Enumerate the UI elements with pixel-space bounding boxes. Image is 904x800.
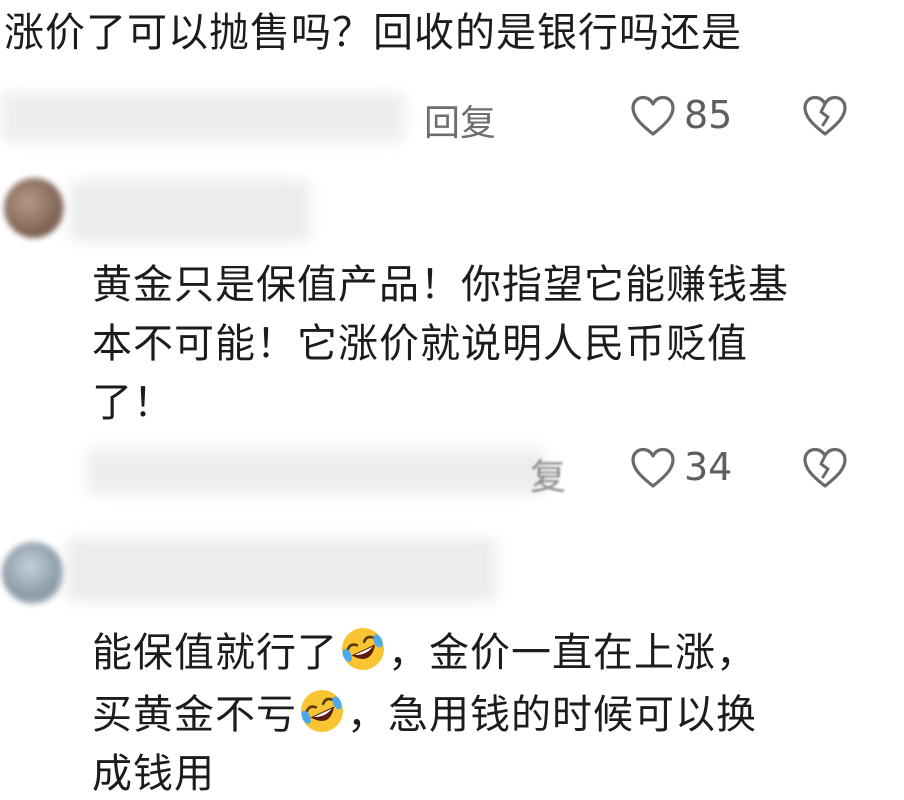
comment-1-reply-button[interactable]: 回复	[424, 94, 496, 146]
comment-2-like-count: 34	[684, 445, 733, 489]
heart-outline-icon	[630, 95, 676, 137]
broken-heart-icon	[802, 447, 848, 489]
comment-2-reply-button[interactable]: 复	[530, 448, 566, 500]
comment-2-redacted-meta	[86, 448, 546, 494]
comment-1-text-line-1: 涨价了可以抛售吗？回收的是银行吗还是	[4, 10, 742, 56]
comment-1-redacted-meta	[0, 92, 405, 142]
comment-2-text-line-1: 黄金只是保值产品！你指望它能赚钱基	[92, 262, 789, 308]
rofl-emoji-icon	[299, 688, 345, 734]
heart-outline-icon	[630, 447, 676, 489]
comment-2-text-line-3: 了！	[92, 380, 174, 426]
comment-3-segment-2a: 买黄金不亏	[92, 692, 297, 738]
comment-2-dislike-button[interactable]	[802, 447, 848, 489]
avatar	[4, 178, 64, 238]
comment-3-segment-2b: ，急用钱的时候可以换	[347, 692, 757, 738]
comment-2-like-button[interactable]	[630, 447, 676, 489]
comment-1-like-button[interactable]	[630, 95, 676, 137]
comment-3-text-line-2: 买黄金不亏 ，急用钱的时候可以换	[92, 686, 757, 745]
comment-3-segment-1a: 能保值就行了	[92, 630, 338, 676]
comment-3-redacted-username	[66, 538, 496, 602]
comment-2-text-line-2: 本不可能！它涨价就说明人民币贬值	[92, 321, 748, 367]
comment-3-text-line-1: 能保值就行了 ，金价一直在上涨，	[92, 624, 757, 683]
rofl-emoji-icon	[340, 626, 386, 672]
broken-heart-icon	[802, 95, 848, 137]
comment-3-text-line-3: 成钱用	[92, 751, 215, 797]
comment-1-dislike-button[interactable]	[802, 95, 848, 137]
comment-2-redacted-username	[70, 180, 310, 242]
avatar	[2, 542, 64, 604]
comment-3-segment-1b: ，金价一直在上涨，	[388, 630, 757, 676]
comment-1-like-count: 85	[684, 93, 733, 137]
